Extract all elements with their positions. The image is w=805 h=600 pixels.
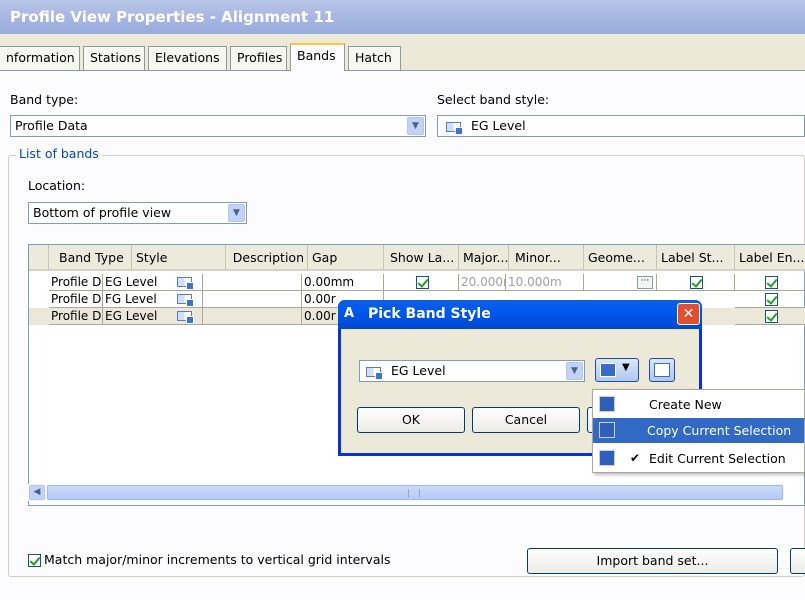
cancel-button[interactable]: Cancel [472,407,580,433]
tab-stations[interactable]: Stations [83,46,145,70]
style-cell[interactable]: FG Level [103,291,203,308]
magnifier-icon [654,363,670,377]
band-type-cell[interactable]: Profile Data [49,274,103,291]
tab-elevations[interactable]: Elevations [148,46,227,70]
column-header[interactable]: Show La... [384,245,459,271]
tab-bands[interactable]: Bands [290,43,345,71]
band-style-combo[interactable]: EG Level [437,115,805,137]
create-new-icon [599,396,615,412]
band-style-icon [177,277,194,290]
band-style-value: EG Level [470,118,526,133]
show-label-cell[interactable] [384,274,459,291]
location-value: Bottom of profile view [33,205,172,220]
style-cell-label: EG Level [105,275,158,289]
band-type-value: Profile Data [15,118,88,133]
chevron-down-icon[interactable]: ▼ [228,204,245,222]
column-header[interactable]: Style [132,245,226,271]
edit-icon [599,450,615,466]
close-icon[interactable]: ✕ [677,303,700,325]
chevron-down-icon[interactable]: ▼ [407,117,424,135]
label-end-cell[interactable] [735,291,805,308]
match-increments-row[interactable]: Match major/minor increments to vertical… [28,552,390,568]
grip-icon [408,489,420,497]
column-header[interactable]: Band Type [49,245,132,271]
style-detail-button[interactable] [649,358,675,382]
row-header-corner [29,245,49,271]
dialog-style-combo[interactable]: EG Level ▼ [359,360,585,382]
checkbox-checked-icon[interactable] [765,276,778,289]
label-end-cell[interactable] [735,308,805,325]
style-cell[interactable]: EG Level [103,308,203,325]
dialog-title: Pick Band Style [368,306,491,322]
minor-cell[interactable]: 10.000m [506,274,584,291]
style-cell-label: FG Level [105,292,157,306]
geometry-cell[interactable]: ··· [584,274,657,291]
table-row[interactable]: Profile Data EG Level 0.00mm 20.000m 10.… [29,274,805,291]
column-header[interactable]: Description [226,245,308,271]
window-title: Profile View Properties - Alignment 11 [0,0,805,34]
description-cell[interactable] [203,308,302,325]
scroll-thumb[interactable] [47,485,783,500]
description-cell[interactable] [203,274,302,291]
tab-hatch[interactable]: Hatch [348,46,401,70]
list-of-bands-title: List of bands [16,146,102,161]
style-edit-menu: Create New Copy Current Selection ✔ Edit… [592,389,805,473]
tab-strip: nformation Stations Elevations Profiles … [0,43,805,71]
column-header[interactable]: Geome... [584,245,657,271]
label-start-cell[interactable] [657,274,735,291]
chevron-down-icon: ▼ [622,362,630,373]
checkbox-checked-icon[interactable] [690,276,703,289]
menu-item-create-new[interactable]: Create New [593,392,804,417]
style-edit-dropdown-button[interactable]: ▼ [595,358,639,382]
match-increments-checkbox[interactable] [28,554,41,567]
style-cell[interactable]: EG Level [103,274,203,291]
ellipsis-button[interactable]: ··· [637,276,653,289]
band-style-icon [177,294,194,307]
tab-information[interactable]: nformation [0,46,80,70]
column-header[interactable]: Label St... [657,245,735,271]
column-header[interactable]: Major... [459,245,509,271]
menu-item-copy-current-selection[interactable]: Copy Current Selection [593,418,804,443]
band-style-icon [366,366,383,380]
chevron-down-icon[interactable]: ▼ [566,362,583,380]
horizontal-scrollbar[interactable]: ◀ [28,484,784,501]
band-type-cell[interactable]: Profile Data [49,291,103,308]
gap-cell[interactable]: 0.00mm [302,274,384,291]
checkbox-checked-icon[interactable] [765,293,778,306]
app-icon: A [344,306,355,321]
location-combo[interactable]: Bottom of profile view ▼ [28,202,247,224]
copy-icon [599,422,615,438]
menu-item-label: Copy Current Selection [647,423,792,438]
column-header[interactable]: Gap [308,245,384,271]
checkbox-checked-icon[interactable] [765,310,778,323]
band-style-icon [177,311,194,324]
band-type-label: Band type: [10,92,79,107]
band-style-label: Select band style: [437,92,550,107]
scroll-left-icon[interactable]: ◀ [29,485,45,500]
column-header[interactable]: Label En... [735,245,805,271]
checkmark-icon: ✔ [630,451,641,465]
style-cell-label: EG Level [105,309,158,323]
menu-item-edit-current-selection[interactable]: ✔ Edit Current Selection [593,446,804,471]
major-cell[interactable]: 20.000m [459,274,506,291]
band-type-cell[interactable]: Profile Data [49,308,103,325]
tab-profiles[interactable]: Profiles [230,46,287,70]
partial-button[interactable] [790,548,805,574]
dialog-style-value: EG Level [390,363,446,378]
import-band-set-button[interactable]: Import band set... [527,548,778,574]
band-type-combo[interactable]: Profile Data ▼ [10,115,426,137]
checkbox-checked-icon[interactable] [415,276,429,289]
dialog-title-bar[interactable]: A Pick Band Style ✕ [338,300,702,329]
description-cell[interactable] [203,291,302,308]
label-end-cell[interactable] [735,274,805,291]
ok-button[interactable]: OK [357,407,465,433]
edit-style-icon [600,363,616,377]
menu-item-label: Create New [649,397,722,412]
band-style-icon [446,121,463,135]
match-increments-label: Match major/minor increments to vertical… [44,552,391,567]
location-label: Location: [28,178,86,193]
menu-item-label: Edit Current Selection [649,451,786,466]
column-header[interactable]: Minor... [509,245,584,271]
